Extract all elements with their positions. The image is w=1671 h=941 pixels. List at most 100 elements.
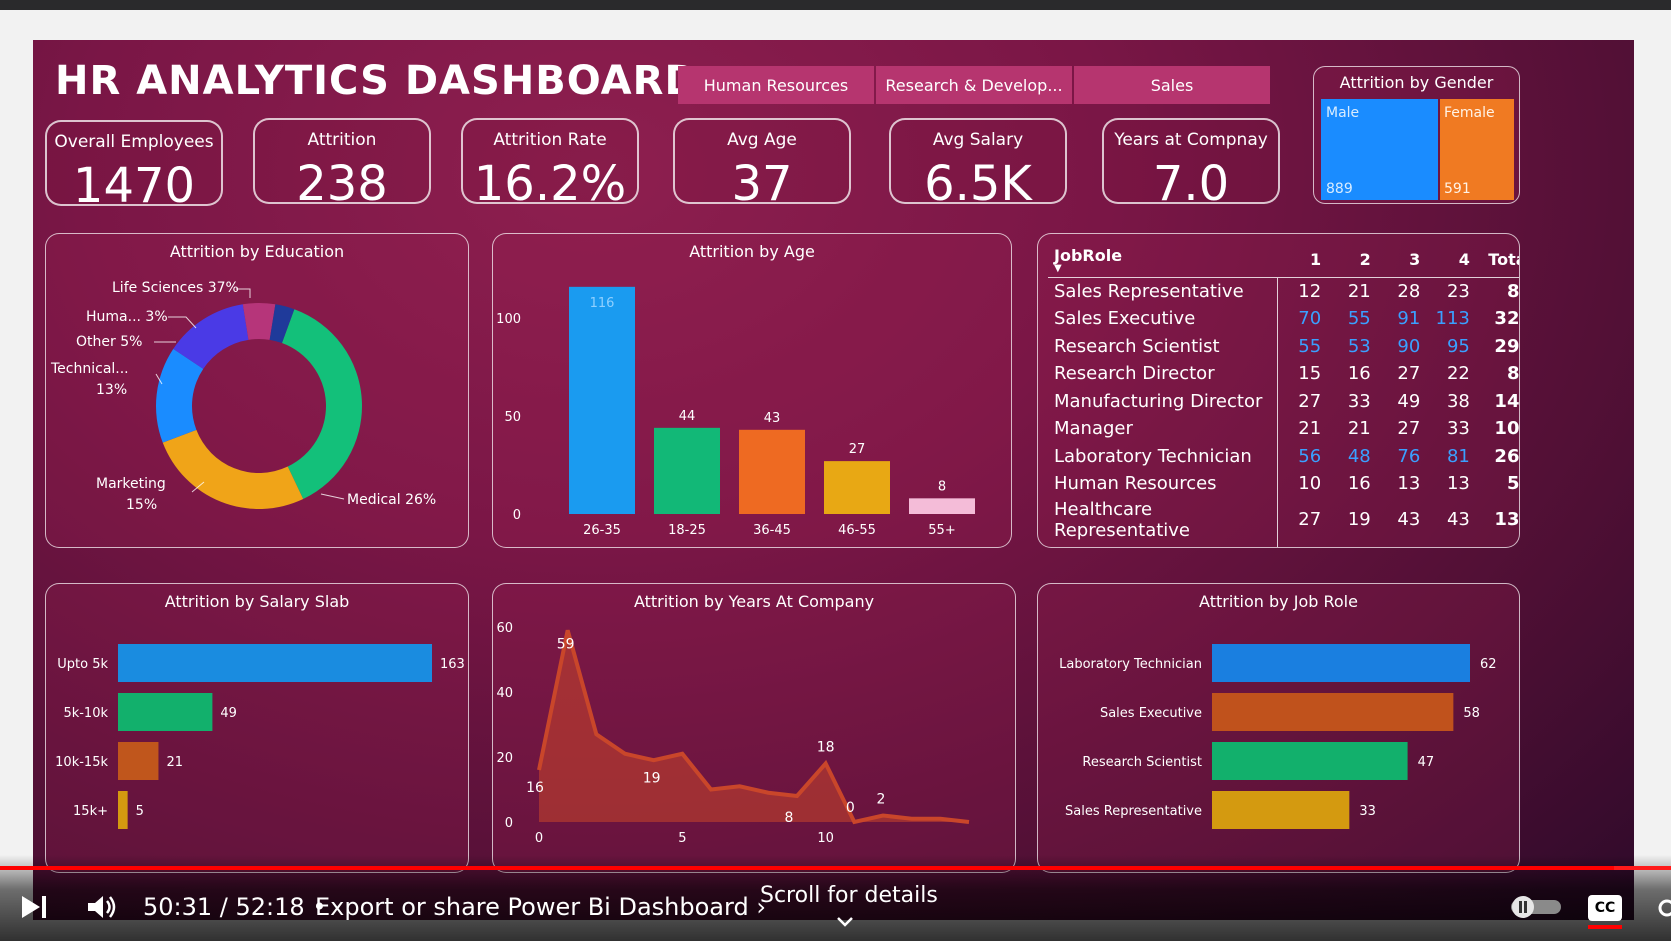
gender-female-tile[interactable]: Female 591 <box>1440 99 1514 200</box>
jobrole-data-label: 33 <box>1359 804 1376 819</box>
chapter-title[interactable]: Export or share Power Bi Dashboard › <box>315 893 766 921</box>
matrix-row[interactable]: Manager 21 21 27 33 102 <box>1048 415 1519 443</box>
years-point-label: 19 <box>643 770 661 786</box>
settings-icon[interactable] <box>1655 896 1671 920</box>
education-donut-chart: Life Sciences 37% Medical 26% Marketing 15%… <box>50 280 436 513</box>
matrix-row[interactable]: Research Scientist 55 53 90 95 293 <box>1048 332 1519 360</box>
matrix-cell: 12 <box>1298 281 1322 302</box>
donut-label: Other 5% <box>76 334 142 350</box>
age-data-label: 44 <box>679 409 696 424</box>
years-point-label: 0 <box>846 800 855 816</box>
donut-label: 15% <box>126 497 157 513</box>
matrix-cell: 10 <box>1298 473 1322 495</box>
autoplay-toggle-icon[interactable] <box>1509 894 1563 920</box>
next-icon[interactable] <box>20 893 50 921</box>
matrix-row[interactable]: Sales Representative 12 21 28 23 84 <box>1048 277 1520 305</box>
kpi-label: Attrition <box>307 130 377 150</box>
time-display: 50:31 / 52:18 • <box>143 893 327 921</box>
kpi-avg-salary: Avg Salary 6.5K <box>889 118 1067 212</box>
salary-title: Attrition by Salary Slab <box>164 592 350 611</box>
cc-button[interactable]: CC <box>1588 895 1622 921</box>
age-y-tick: 50 <box>504 410 521 425</box>
years-area-chart: 0204060165919818020 5 10 <box>496 621 970 846</box>
matrix-cell-role: Laboratory Technician <box>1048 442 1278 470</box>
progress-fill <box>0 866 1615 870</box>
years-point-label: 2 <box>877 792 886 808</box>
slicer-research-develop[interactable]: Research & Develop... <box>876 66 1072 104</box>
matrix-cell-total: 147 <box>1494 390 1520 412</box>
jobrole-matrix-panel: JobRole▼ 1 2 3 4 Total Sales Representat… <box>1037 233 1520 548</box>
age-y-tick: 0 <box>513 508 521 523</box>
matrix-row[interactable]: Manufacturing Director 27 33 49 38 147 <box>1048 387 1520 415</box>
years-point-label: 59 <box>557 636 575 652</box>
slicer-sales[interactable]: Sales <box>1074 66 1270 104</box>
jobrole-bar <box>1212 791 1350 829</box>
matrix-cell-role: Manager <box>1048 415 1278 443</box>
matrix-cell: 282 <box>1327 542 1377 547</box>
matrix-cell: 27 <box>1298 509 1322 530</box>
matrix-cell: 22 <box>1446 363 1470 385</box>
matrix-header-3[interactable]: 3 <box>1376 240 1427 278</box>
donut-leader-line <box>168 316 197 329</box>
dashboard-canvas: HR ANALYTICS DASHBOARD Human Resources R… <box>33 40 1634 920</box>
matrix-row[interactable]: Laboratory Technician 56 48 76 81 261 <box>1048 442 1519 470</box>
matrix-cell-role: Healthcare Representative <box>1048 497 1278 542</box>
donut-label: Medical 26% <box>347 492 436 508</box>
donut-label: Life Sciences 37% <box>112 280 239 296</box>
matrix-cell: 33 <box>1347 390 1371 412</box>
gender-panel: Attrition by Gender Male 889 Female 591 <box>1313 66 1520 204</box>
matrix-cell: 19 <box>1347 509 1371 530</box>
matrix-header-4[interactable]: 4 <box>1426 240 1476 278</box>
kpi-overall-employees: Overall Employees 1470 <box>45 120 223 214</box>
age-x-tick: 46-55 <box>838 523 876 538</box>
progress-bar[interactable] <box>0 866 1671 870</box>
kpi-label: Overall Employees <box>54 132 214 152</box>
age-data-label: 43 <box>764 411 781 426</box>
age-bar <box>909 498 975 514</box>
matrix-cell: 15 <box>1298 363 1322 385</box>
years-point-label: 8 <box>785 810 794 826</box>
matrix-row[interactable]: Human Resources 10 16 13 13 52 <box>1048 470 1519 498</box>
matrix-header-jobrole[interactable]: JobRole ▼ <box>1048 240 1278 278</box>
salary-data-label: 21 <box>166 755 183 770</box>
slicer-human-resources[interactable]: Human Resources <box>678 66 874 104</box>
gender-female-label: Female <box>1444 105 1495 121</box>
salary-bar <box>118 693 213 731</box>
gender-male-tile[interactable]: Male 889 <box>1321 99 1438 200</box>
matrix-header-2[interactable]: 2 <box>1327 240 1377 278</box>
gender-male-label: Male <box>1326 105 1360 121</box>
matrix-cell: 461 <box>1426 542 1476 547</box>
gender-male-value: 889 <box>1326 181 1353 197</box>
matrix-header-1[interactable]: 1 <box>1277 240 1328 278</box>
kpi-avg-age: Avg Age 37 <box>673 118 851 212</box>
kpi-value: 16.2% <box>473 156 627 212</box>
matrix-cell: 27 <box>1397 418 1421 440</box>
matrix-cell-total: 84 <box>1506 281 1520 302</box>
donut-slice <box>162 429 304 510</box>
age-bar <box>824 461 890 514</box>
matrix-cell: 16 <box>1347 363 1371 385</box>
salary-data-label: 5 <box>136 804 144 819</box>
kpi-value: 37 <box>731 156 793 212</box>
jobrole-data-label: 58 <box>1463 706 1480 721</box>
matrix-row[interactable]: Healthcare Representative 27 19 43 43 132 <box>1048 497 1519 542</box>
years-area <box>539 630 969 822</box>
matrix-cell: 13 <box>1397 473 1421 495</box>
years-y-tick: 40 <box>496 686 513 701</box>
jobrole-bar <box>1212 644 1470 682</box>
matrix-cell-role: Total <box>1048 541 1278 547</box>
chevron-down-icon[interactable] <box>836 916 854 928</box>
donut-label: Technical... <box>50 361 129 377</box>
age-bar <box>739 429 805 514</box>
kpi-value: 1470 <box>72 158 196 214</box>
matrix-cell: 21 <box>1298 418 1322 440</box>
volume-icon[interactable] <box>86 893 118 921</box>
matrix-cell: 56 <box>1298 445 1322 467</box>
years-x-tick: 5 <box>678 831 686 846</box>
salary-category-label: 15k+ <box>73 804 108 819</box>
matrix-row[interactable]: Sales Executive 70 55 91 113 329 <box>1048 305 1519 333</box>
years-x-tick: 0 <box>535 831 543 846</box>
matrix-header-total[interactable]: Total <box>1475 240 1519 278</box>
matrix-row[interactable]: Research Director 15 16 27 22 80 <box>1048 360 1519 388</box>
dashboard-title: HR ANALYTICS DASHBOARD <box>55 58 699 104</box>
